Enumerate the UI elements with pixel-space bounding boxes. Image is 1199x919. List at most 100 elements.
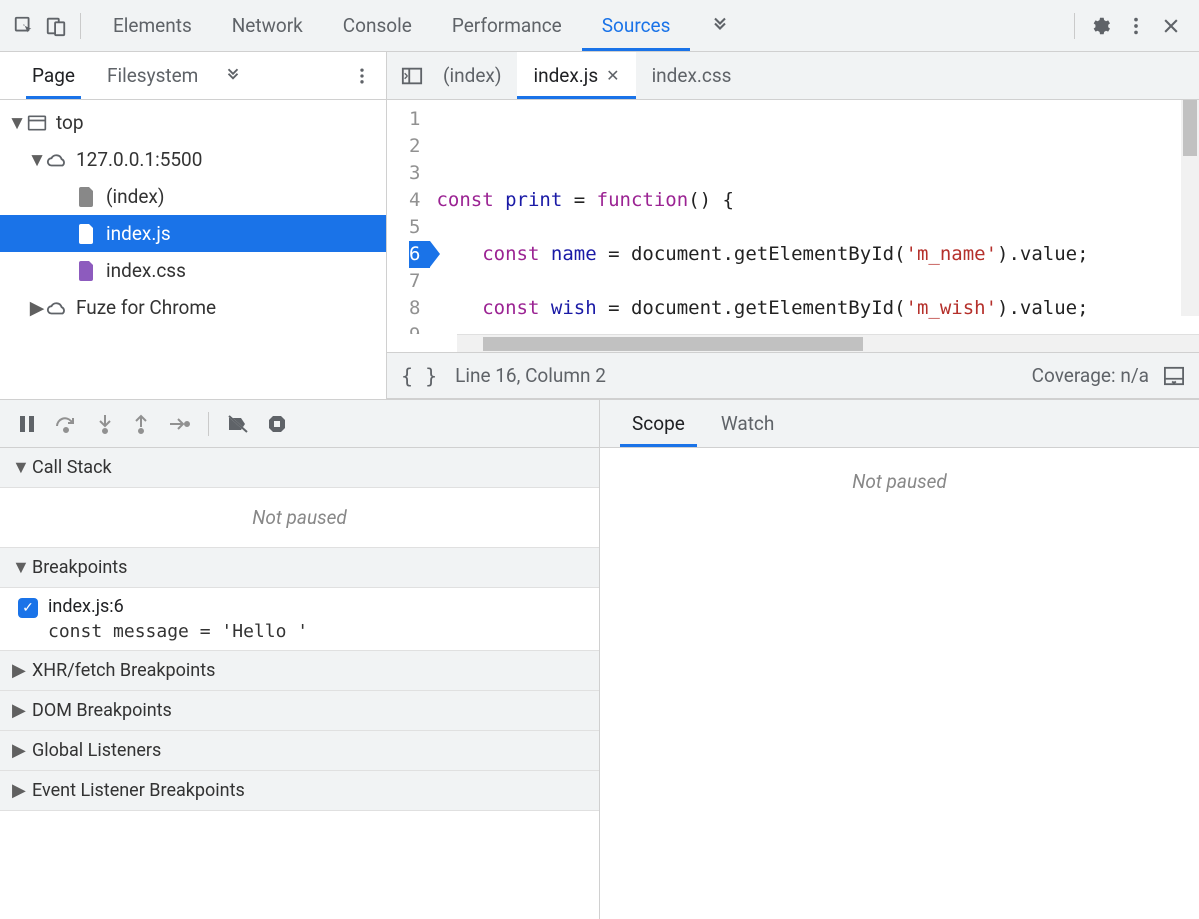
tree-node-host[interactable]: ▼ 127.0.0.1:5500: [0, 141, 386, 178]
tab-sources[interactable]: Sources: [582, 0, 691, 51]
step-out-icon[interactable]: [132, 413, 150, 435]
top-bar-right: [1074, 13, 1199, 39]
window-icon: [26, 112, 48, 134]
devtools-top-bar: Elements Network Console Performance Sou…: [0, 0, 1199, 52]
deactivate-breakpoints-icon[interactable]: [227, 414, 249, 434]
pause-resume-icon[interactable]: [18, 414, 36, 434]
scrollbar-thumb[interactable]: [483, 337, 863, 351]
chevron-down-icon: ▼: [8, 111, 26, 135]
section-global-listeners[interactable]: ▶ Global Listeners: [0, 731, 599, 771]
tree-node-extension[interactable]: ▶ Fuze for Chrome: [0, 289, 386, 326]
tree-label: index.css: [106, 259, 186, 282]
pretty-print-icon[interactable]: { }: [401, 364, 437, 388]
scrollbar-thumb[interactable]: [1183, 100, 1197, 156]
tree-label: (index): [106, 185, 164, 208]
close-devtools-icon[interactable]: [1161, 16, 1181, 36]
call-stack-body: Not paused: [0, 488, 599, 548]
document-icon: [76, 260, 98, 282]
breakpoint-code: const message = 'Hello ': [48, 621, 308, 642]
document-icon: [76, 223, 98, 245]
tree-file-indexcss[interactable]: index.css: [0, 252, 386, 289]
tree-label: top: [56, 111, 84, 134]
breakpoint-item[interactable]: ✓ index.js:6 const message = 'Hello ': [0, 588, 599, 650]
document-icon: [76, 186, 98, 208]
step-over-icon[interactable]: [54, 414, 78, 434]
section-event-listener-breakpoints[interactable]: ▶ Event Listener Breakpoints: [0, 771, 599, 811]
device-toggle-icon[interactable]: [44, 14, 68, 38]
tab-label: index.js: [533, 64, 598, 87]
inspect-element-icon[interactable]: [12, 14, 36, 38]
divider: [1074, 13, 1075, 39]
show-console-icon[interactable]: [1163, 366, 1185, 386]
navigator-pane: Page Filesystem ▼ top ▼ 127: [0, 52, 387, 399]
tabs-overflow-icon[interactable]: [690, 0, 750, 51]
step-into-icon[interactable]: [96, 413, 114, 435]
editor-tab-indexjs[interactable]: index.js ✕: [517, 52, 635, 99]
tree-file-index[interactable]: (index): [0, 178, 386, 215]
section-call-stack[interactable]: ▼ Call Stack: [0, 448, 599, 488]
file-tree: ▼ top ▼ 127.0.0.1:5500 (index): [0, 100, 386, 399]
divider: [208, 412, 209, 436]
chevron-down-icon: ▼: [12, 457, 28, 478]
section-title: DOM Breakpoints: [32, 700, 172, 721]
step-icon[interactable]: [168, 415, 190, 433]
sources-main: Page Filesystem ▼ top ▼ 127: [0, 52, 1199, 399]
code-editor[interactable]: 1 2 3 4 5 6 7 8 9 const print = function…: [387, 100, 1199, 334]
editor-tab-indexcss[interactable]: index.css: [636, 52, 748, 99]
section-title: Breakpoints: [32, 557, 127, 578]
navigator-tabs: Page Filesystem: [0, 52, 386, 100]
execution-line-marker: 6: [409, 241, 430, 268]
cursor-position: Line 16, Column 2: [455, 364, 606, 387]
code-content[interactable]: const print = function() { const name = …: [430, 100, 1088, 334]
cloud-icon: [46, 297, 68, 319]
chevron-down-icon: ▼: [28, 148, 46, 172]
section-dom-breakpoints[interactable]: ▶ DOM Breakpoints: [0, 691, 599, 731]
breakpoint-info: index.js:6 const message = 'Hello ': [48, 596, 308, 642]
debugger-left-pane: ▼ Call Stack Not paused ▼ Breakpoints ✓ …: [0, 400, 600, 919]
breakpoint-checkbox[interactable]: ✓: [18, 598, 38, 618]
editor-pane: (index) index.js ✕ index.css 1 2 3 4 5 6…: [387, 52, 1199, 399]
tab-label: index.css: [652, 64, 732, 87]
panel-tab-strip: Elements Network Console Performance Sou…: [93, 0, 750, 51]
nav-kebab-icon[interactable]: [352, 66, 386, 86]
scope-body: Not paused: [600, 448, 1199, 919]
chevron-right-icon: ▶: [12, 740, 28, 761]
section-xhr-breakpoints[interactable]: ▶ XHR/fetch Breakpoints: [0, 651, 599, 691]
vertical-scrollbar[interactable]: [1181, 100, 1199, 316]
debugger-right-pane: Scope Watch Not paused: [600, 400, 1199, 919]
settings-gear-icon[interactable]: [1089, 15, 1111, 37]
tab-performance[interactable]: Performance: [432, 0, 582, 51]
chevron-right-icon: ▶: [12, 780, 28, 801]
tab-scope[interactable]: Scope: [614, 400, 703, 447]
toggle-navigator-icon[interactable]: [397, 66, 427, 86]
editor-status-bar: { } Line 16, Column 2 Coverage: n/a: [387, 352, 1199, 398]
pause-on-exceptions-icon[interactable]: [267, 414, 287, 434]
tree-label: 127.0.0.1:5500: [76, 148, 202, 171]
tab-elements[interactable]: Elements: [93, 0, 212, 51]
horizontal-scrollbar[interactable]: [457, 334, 1199, 352]
not-paused-message: Not paused: [0, 488, 599, 547]
tab-console[interactable]: Console: [323, 0, 432, 51]
tab-network[interactable]: Network: [212, 0, 323, 51]
tree-label: index.js: [106, 222, 171, 245]
breakpoints-body: ✓ index.js:6 const message = 'Hello ': [0, 588, 599, 651]
nav-tab-filesystem[interactable]: Filesystem: [91, 52, 214, 99]
chevron-right-icon: ▶: [12, 700, 28, 721]
section-breakpoints[interactable]: ▼ Breakpoints: [0, 548, 599, 588]
tree-file-indexjs[interactable]: index.js: [0, 215, 386, 252]
section-title: Global Listeners: [32, 740, 161, 761]
editor-tab-index[interactable]: (index): [427, 52, 517, 99]
tab-label: (index): [443, 64, 501, 87]
tree-label: Fuze for Chrome: [76, 296, 216, 319]
kebab-menu-icon[interactable]: [1125, 15, 1147, 37]
tab-watch[interactable]: Watch: [703, 400, 793, 447]
tree-node-top[interactable]: ▼ top: [0, 104, 386, 141]
cloud-icon: [46, 149, 68, 171]
close-tab-icon[interactable]: ✕: [606, 66, 619, 85]
chevron-right-icon: ▶: [28, 296, 46, 319]
divider: [80, 13, 81, 39]
nav-tabs-overflow-icon[interactable]: [214, 67, 252, 85]
section-title: XHR/fetch Breakpoints: [32, 660, 215, 681]
section-title: Call Stack: [32, 457, 112, 478]
nav-tab-page[interactable]: Page: [16, 52, 91, 99]
